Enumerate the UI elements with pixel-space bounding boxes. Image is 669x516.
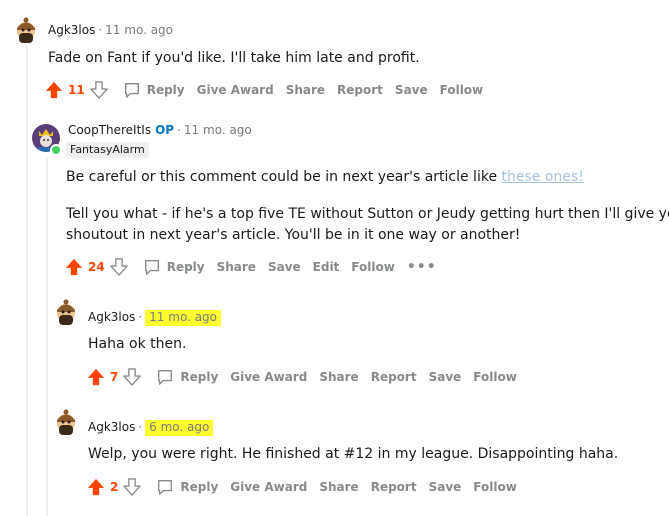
reply-button[interactable]: Reply [156, 368, 218, 386]
vote-score: 11 [68, 83, 85, 97]
inline-link[interactable]: these ones! [502, 169, 584, 185]
comment-body: Haha ok then. [88, 336, 187, 352]
separator: · [98, 23, 103, 37]
share-button[interactable]: Share [217, 260, 256, 274]
save-button[interactable]: Save [429, 480, 462, 494]
share-button[interactable]: Share [319, 370, 358, 384]
comment-bubble-icon [144, 260, 159, 275]
comment-text: Be careful or this comment could be in n… [66, 169, 502, 185]
comment-bubble-icon [124, 83, 139, 98]
vote-controls: 24 [62, 255, 131, 279]
follow-button[interactable]: Follow [473, 370, 517, 384]
reply-label: Reply [146, 83, 185, 97]
comment-body-line: Tell you what - if he's a top five TE wi… [66, 206, 669, 222]
online-status-indicator [50, 144, 62, 156]
comment-body-line: shoutout in next year's article. You'll … [66, 227, 521, 243]
separator: · [138, 310, 143, 324]
give-award-button[interactable]: Give Award [230, 370, 307, 384]
give-award-button[interactable]: Give Award [230, 480, 307, 494]
follow-button[interactable]: Follow [351, 260, 395, 274]
vote-score: 24 [88, 260, 105, 274]
give-award-button[interactable]: Give Award [197, 83, 274, 97]
comment-bubble-icon [158, 480, 173, 495]
downvote-arrow-icon[interactable] [107, 255, 131, 279]
follow-button[interactable]: Follow [473, 480, 517, 494]
vote-score: 7 [110, 370, 119, 384]
save-button[interactable]: Save [395, 83, 428, 97]
upvote-arrow-icon[interactable] [84, 475, 108, 499]
report-button[interactable]: Report [371, 370, 417, 384]
reply-button[interactable]: Reply [123, 81, 185, 99]
upvote-arrow-icon[interactable] [84, 365, 108, 389]
follow-button[interactable]: Follow [440, 83, 484, 97]
share-button[interactable]: Share [286, 83, 325, 97]
separator: · [177, 123, 181, 137]
username[interactable]: Agk3los [88, 420, 135, 434]
reply-label: Reply [180, 370, 219, 384]
username[interactable]: Agk3los [48, 23, 95, 37]
edit-button[interactable]: Edit [313, 260, 340, 274]
more-options-icon[interactable]: ••• [407, 259, 437, 275]
vote-controls: 7 [84, 365, 144, 389]
separator: · [138, 420, 143, 434]
reply-label: Reply [166, 260, 205, 274]
timestamp[interactable]: 11 mo. ago [184, 123, 252, 137]
save-button[interactable]: Save [268, 260, 301, 274]
comment-body: Fade on Fant if you'd like. I'll take hi… [48, 50, 420, 66]
downvote-arrow-icon[interactable] [120, 365, 144, 389]
comment-body-paragraph: Be careful or this comment could be in n… [66, 167, 666, 188]
reply-label: Reply [180, 480, 219, 494]
thread-line[interactable] [26, 46, 28, 516]
snoo-avatar-icon[interactable] [52, 298, 80, 326]
upvote-arrow-icon[interactable] [62, 255, 86, 279]
thread-line[interactable] [46, 158, 48, 516]
report-button[interactable]: Report [371, 480, 417, 494]
save-button[interactable]: Save [429, 370, 462, 384]
snoo-avatar-icon[interactable] [52, 408, 80, 436]
share-button[interactable]: Share [319, 480, 358, 494]
reply-button[interactable]: Reply [156, 478, 218, 496]
timestamp[interactable]: 11 mo. ago [105, 23, 173, 37]
username[interactable]: Agk3los [88, 310, 135, 324]
report-button[interactable]: Report [337, 83, 383, 97]
snoo-avatar-icon[interactable] [12, 16, 40, 44]
downvote-arrow-icon[interactable] [87, 78, 111, 102]
vote-controls: 2 [84, 475, 144, 499]
reply-button[interactable]: Reply [143, 258, 205, 276]
vote-controls: 11 [42, 78, 111, 102]
vote-score: 2 [110, 480, 119, 494]
user-flair: FantasyAlarm [66, 142, 149, 158]
timestamp[interactable]: 6 mo. ago [145, 420, 214, 436]
op-badge: OP [155, 123, 175, 137]
timestamp[interactable]: 11 mo. ago [145, 310, 222, 326]
downvote-arrow-icon[interactable] [120, 475, 144, 499]
username[interactable]: CoopThereItIs [68, 123, 151, 137]
upvote-arrow-icon[interactable] [42, 78, 66, 102]
comment-body: Welp, you were right. He finished at #12… [88, 446, 619, 462]
comment-bubble-icon [158, 370, 173, 385]
